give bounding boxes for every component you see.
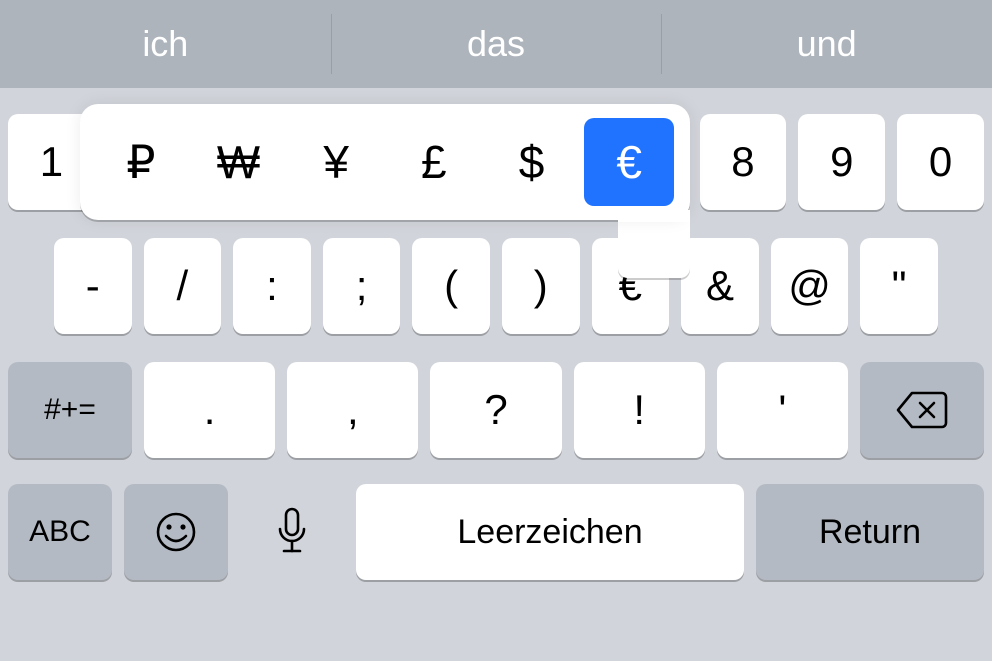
currency-popup: ₽ ₩ ¥ £ $ € xyxy=(80,104,690,220)
key-0[interactable]: 0 xyxy=(897,114,984,210)
key-question[interactable]: ? xyxy=(430,362,561,458)
key-apostrophe[interactable]: ' xyxy=(717,362,848,458)
key-colon[interactable]: : xyxy=(233,238,311,334)
popup-option-dollar[interactable]: $ xyxy=(487,118,577,206)
key-comma[interactable]: , xyxy=(287,362,418,458)
predictive-bar: ich das und xyxy=(0,0,992,88)
popup-option-ruble[interactable]: ₽ xyxy=(96,118,186,206)
key-8[interactable]: 8 xyxy=(700,114,787,210)
suggestion-3[interactable]: und xyxy=(661,0,992,88)
key-quote[interactable]: " xyxy=(860,238,938,334)
key-return[interactable]: Return xyxy=(756,484,984,580)
key-exclamation[interactable]: ! xyxy=(574,362,705,458)
key-ampersand[interactable]: & xyxy=(681,238,759,334)
key-9[interactable]: 9 xyxy=(798,114,885,210)
emoji-icon xyxy=(154,510,198,554)
key-abc[interactable]: ABC xyxy=(8,484,112,580)
key-row-4: ABC Leerzeichen Retu xyxy=(8,484,984,580)
key-open-paren[interactable]: ( xyxy=(412,238,490,334)
popup-stem xyxy=(618,218,690,278)
suggestion-2[interactable]: das xyxy=(331,0,662,88)
suggestion-1[interactable]: ich xyxy=(0,0,331,88)
popup-option-won[interactable]: ₩ xyxy=(194,118,284,206)
popup-option-euro[interactable]: € xyxy=(584,118,674,206)
key-dictation[interactable] xyxy=(240,484,344,580)
key-close-paren[interactable]: ) xyxy=(502,238,580,334)
key-more-symbols[interactable]: #+= xyxy=(8,362,132,458)
key-slash[interactable]: / xyxy=(144,238,222,334)
key-space[interactable]: Leerzeichen xyxy=(356,484,744,580)
key-row-2: - / : ; ( ) € & @ " xyxy=(8,238,984,334)
key-at[interactable]: @ xyxy=(771,238,849,334)
key-backspace[interactable] xyxy=(860,362,984,458)
popup-option-yen[interactable]: ¥ xyxy=(291,118,381,206)
key-row-3: #+= . , ? ! ' xyxy=(8,362,984,458)
key-minus[interactable]: - xyxy=(54,238,132,334)
microphone-icon xyxy=(275,507,309,557)
popup-option-pound[interactable]: £ xyxy=(389,118,479,206)
backspace-icon xyxy=(896,391,948,429)
key-emoji[interactable] xyxy=(124,484,228,580)
key-semicolon[interactable]: ; xyxy=(323,238,401,334)
key-period[interactable]: . xyxy=(144,362,275,458)
